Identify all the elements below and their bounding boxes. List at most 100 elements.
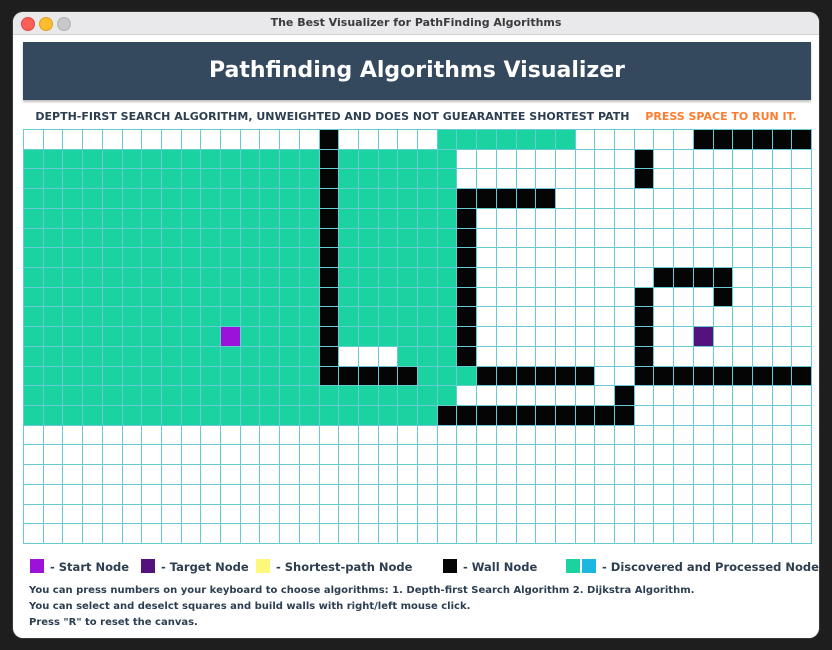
- grid-cell[interactable]: [221, 524, 241, 544]
- discovered-node[interactable]: [83, 327, 103, 347]
- grid-cell[interactable]: [299, 130, 320, 150]
- grid-cell[interactable]: [555, 189, 576, 209]
- grid-cell[interactable]: [299, 465, 320, 485]
- discovered-node[interactable]: [398, 208, 418, 229]
- grid-cell[interactable]: [555, 425, 576, 446]
- wall-node[interactable]: [555, 405, 576, 426]
- discovered-node[interactable]: [260, 366, 281, 387]
- discovered-node[interactable]: [418, 386, 438, 406]
- discovered-node[interactable]: [122, 405, 143, 426]
- discovered-node[interactable]: [221, 346, 241, 367]
- grid-cell[interactable]: [752, 346, 773, 367]
- grid-cell[interactable]: [792, 267, 812, 288]
- discovered-node[interactable]: [280, 366, 300, 387]
- discovered-node[interactable]: [83, 405, 103, 426]
- grid-cell[interactable]: [713, 169, 734, 190]
- discovered-node[interactable]: [240, 149, 261, 170]
- discovered-node[interactable]: [477, 130, 497, 150]
- discovered-node[interactable]: [83, 346, 103, 367]
- grid-cell[interactable]: [595, 267, 615, 288]
- wall-node[interactable]: [457, 405, 478, 426]
- discovered-node[interactable]: [418, 189, 438, 209]
- wall-node[interactable]: [319, 130, 340, 150]
- start-node[interactable]: [221, 327, 241, 347]
- grid-cell[interactable]: [752, 267, 773, 288]
- discovered-node[interactable]: [398, 287, 418, 308]
- wall-node[interactable]: [792, 130, 812, 150]
- wall-node[interactable]: [358, 366, 379, 387]
- grid-cell[interactable]: [122, 484, 143, 505]
- grid-cell[interactable]: [654, 425, 675, 446]
- discovered-node[interactable]: [319, 405, 340, 426]
- grid-cell[interactable]: [615, 248, 635, 268]
- discovered-node[interactable]: [299, 228, 320, 249]
- discovered-node[interactable]: [240, 346, 261, 367]
- grid-cell[interactable]: [437, 504, 458, 525]
- grid-cell[interactable]: [516, 208, 537, 229]
- wall-node[interactable]: [772, 366, 793, 387]
- grid-cell[interactable]: [536, 386, 556, 406]
- grid-cell[interactable]: [516, 307, 537, 328]
- grid-cell[interactable]: [752, 504, 773, 525]
- grid-cell[interactable]: [536, 149, 556, 170]
- discovered-node[interactable]: [102, 208, 123, 229]
- discovered-node[interactable]: [221, 405, 241, 426]
- discovered-node[interactable]: [437, 208, 458, 229]
- grid-cell[interactable]: [142, 130, 162, 150]
- grid-cell[interactable]: [693, 465, 714, 485]
- wall-node[interactable]: [654, 366, 675, 387]
- grid-cell[interactable]: [477, 425, 497, 446]
- grid-cell[interactable]: [536, 327, 556, 347]
- grid-cell[interactable]: [496, 287, 517, 308]
- grid-cell[interactable]: [201, 445, 221, 466]
- grid-cell[interactable]: [654, 307, 675, 328]
- grid-cell[interactable]: [634, 386, 655, 406]
- grid-cell[interactable]: [398, 465, 418, 485]
- discovered-node[interactable]: [63, 248, 84, 268]
- discovered-node[interactable]: [221, 169, 241, 190]
- grid-cell[interactable]: [437, 465, 458, 485]
- grid-cell[interactable]: [752, 189, 773, 209]
- grid-cell[interactable]: [358, 504, 379, 525]
- grid-cell[interactable]: [654, 130, 675, 150]
- discovered-node[interactable]: [398, 327, 418, 347]
- grid-cell[interactable]: [536, 267, 556, 288]
- discovered-node[interactable]: [299, 169, 320, 190]
- discovered-node[interactable]: [398, 169, 418, 190]
- grid-cell[interactable]: [496, 425, 517, 446]
- grid-cell[interactable]: [102, 465, 123, 485]
- grid-cell[interactable]: [496, 346, 517, 367]
- grid-cell[interactable]: [280, 425, 300, 446]
- grid-cell[interactable]: [457, 524, 478, 544]
- grid-cell[interactable]: [418, 484, 438, 505]
- discovered-node[interactable]: [339, 189, 359, 209]
- discovered-node[interactable]: [122, 307, 143, 328]
- discovered-node[interactable]: [201, 405, 221, 426]
- discovered-node[interactable]: [43, 346, 64, 367]
- grid-cell[interactable]: [299, 484, 320, 505]
- grid-cell[interactable]: [733, 346, 753, 367]
- wall-node[interactable]: [437, 405, 458, 426]
- grid-cell[interactable]: [752, 465, 773, 485]
- discovered-node[interactable]: [83, 307, 103, 328]
- grid-cell[interactable]: [339, 484, 359, 505]
- grid-cell[interactable]: [772, 504, 793, 525]
- grid-cell[interactable]: [516, 386, 537, 406]
- discovered-node[interactable]: [260, 307, 281, 328]
- grid-cell[interactable]: [792, 287, 812, 308]
- discovered-node[interactable]: [221, 208, 241, 229]
- discovered-node[interactable]: [24, 228, 44, 249]
- discovered-node[interactable]: [378, 189, 399, 209]
- grid-cell[interactable]: [418, 130, 438, 150]
- discovered-node[interactable]: [418, 327, 438, 347]
- grid-cell[interactable]: [339, 425, 359, 446]
- discovered-node[interactable]: [161, 366, 182, 387]
- grid-cell[interactable]: [634, 425, 655, 446]
- wall-node[interactable]: [595, 405, 615, 426]
- grid-cell[interactable]: [516, 445, 537, 466]
- grid-cell[interactable]: [772, 465, 793, 485]
- grid-cell[interactable]: [792, 425, 812, 446]
- grid-cell[interactable]: [752, 208, 773, 229]
- grid-cell[interactable]: [792, 169, 812, 190]
- grid-cell[interactable]: [201, 465, 221, 485]
